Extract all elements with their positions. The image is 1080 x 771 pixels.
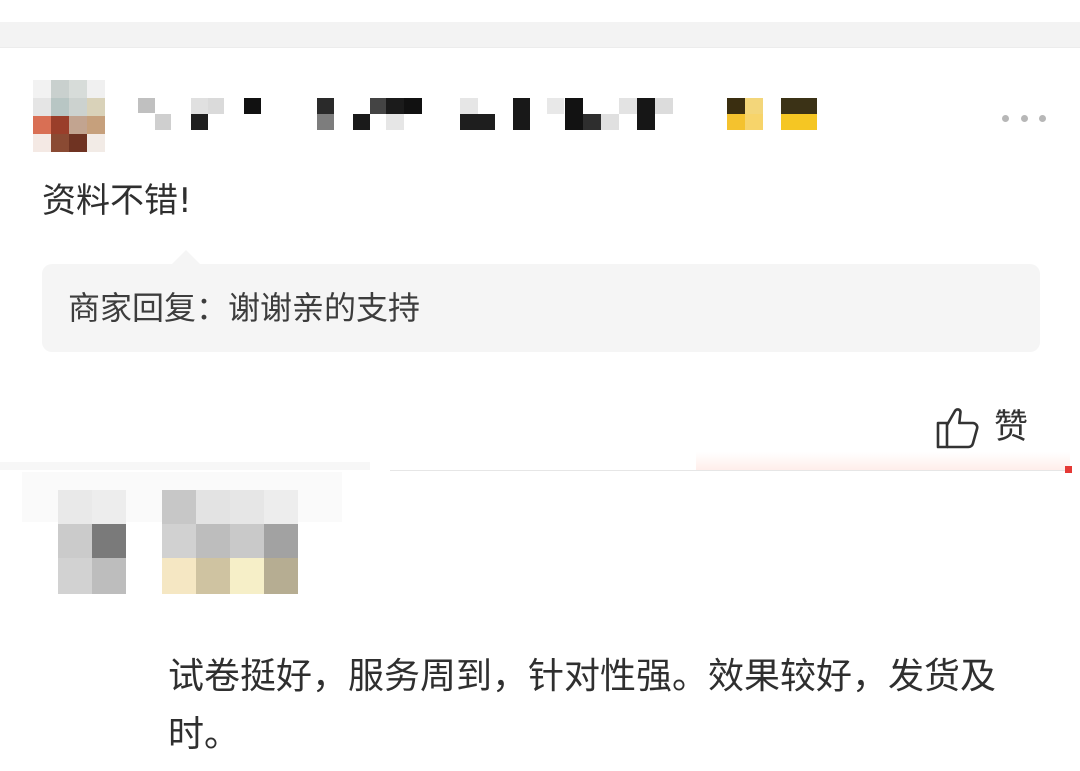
merchant-reply-box: 商家回复：谢谢亲的支持 [42, 250, 1040, 352]
like-button[interactable]: 赞 [934, 402, 1028, 452]
user-info-blurred [22, 472, 342, 602]
merchant-reply-text: 商家回复：谢谢亲的支持 [68, 289, 421, 327]
more-dots-icon[interactable] [1002, 110, 1046, 126]
section-gap [0, 462, 370, 470]
review-text: 试卷挺好，服务周到，针对性强。效果较好，发货及时。 [168, 656, 997, 755]
review-divider [390, 452, 1072, 473]
thumbs-up-icon [936, 408, 979, 449]
like-label: 赞 [994, 407, 1028, 447]
username-blurred [135, 96, 825, 136]
top-separator-strip [0, 22, 1080, 48]
avatar[interactable] [33, 80, 105, 152]
review-text: 资料不错! [42, 181, 192, 221]
